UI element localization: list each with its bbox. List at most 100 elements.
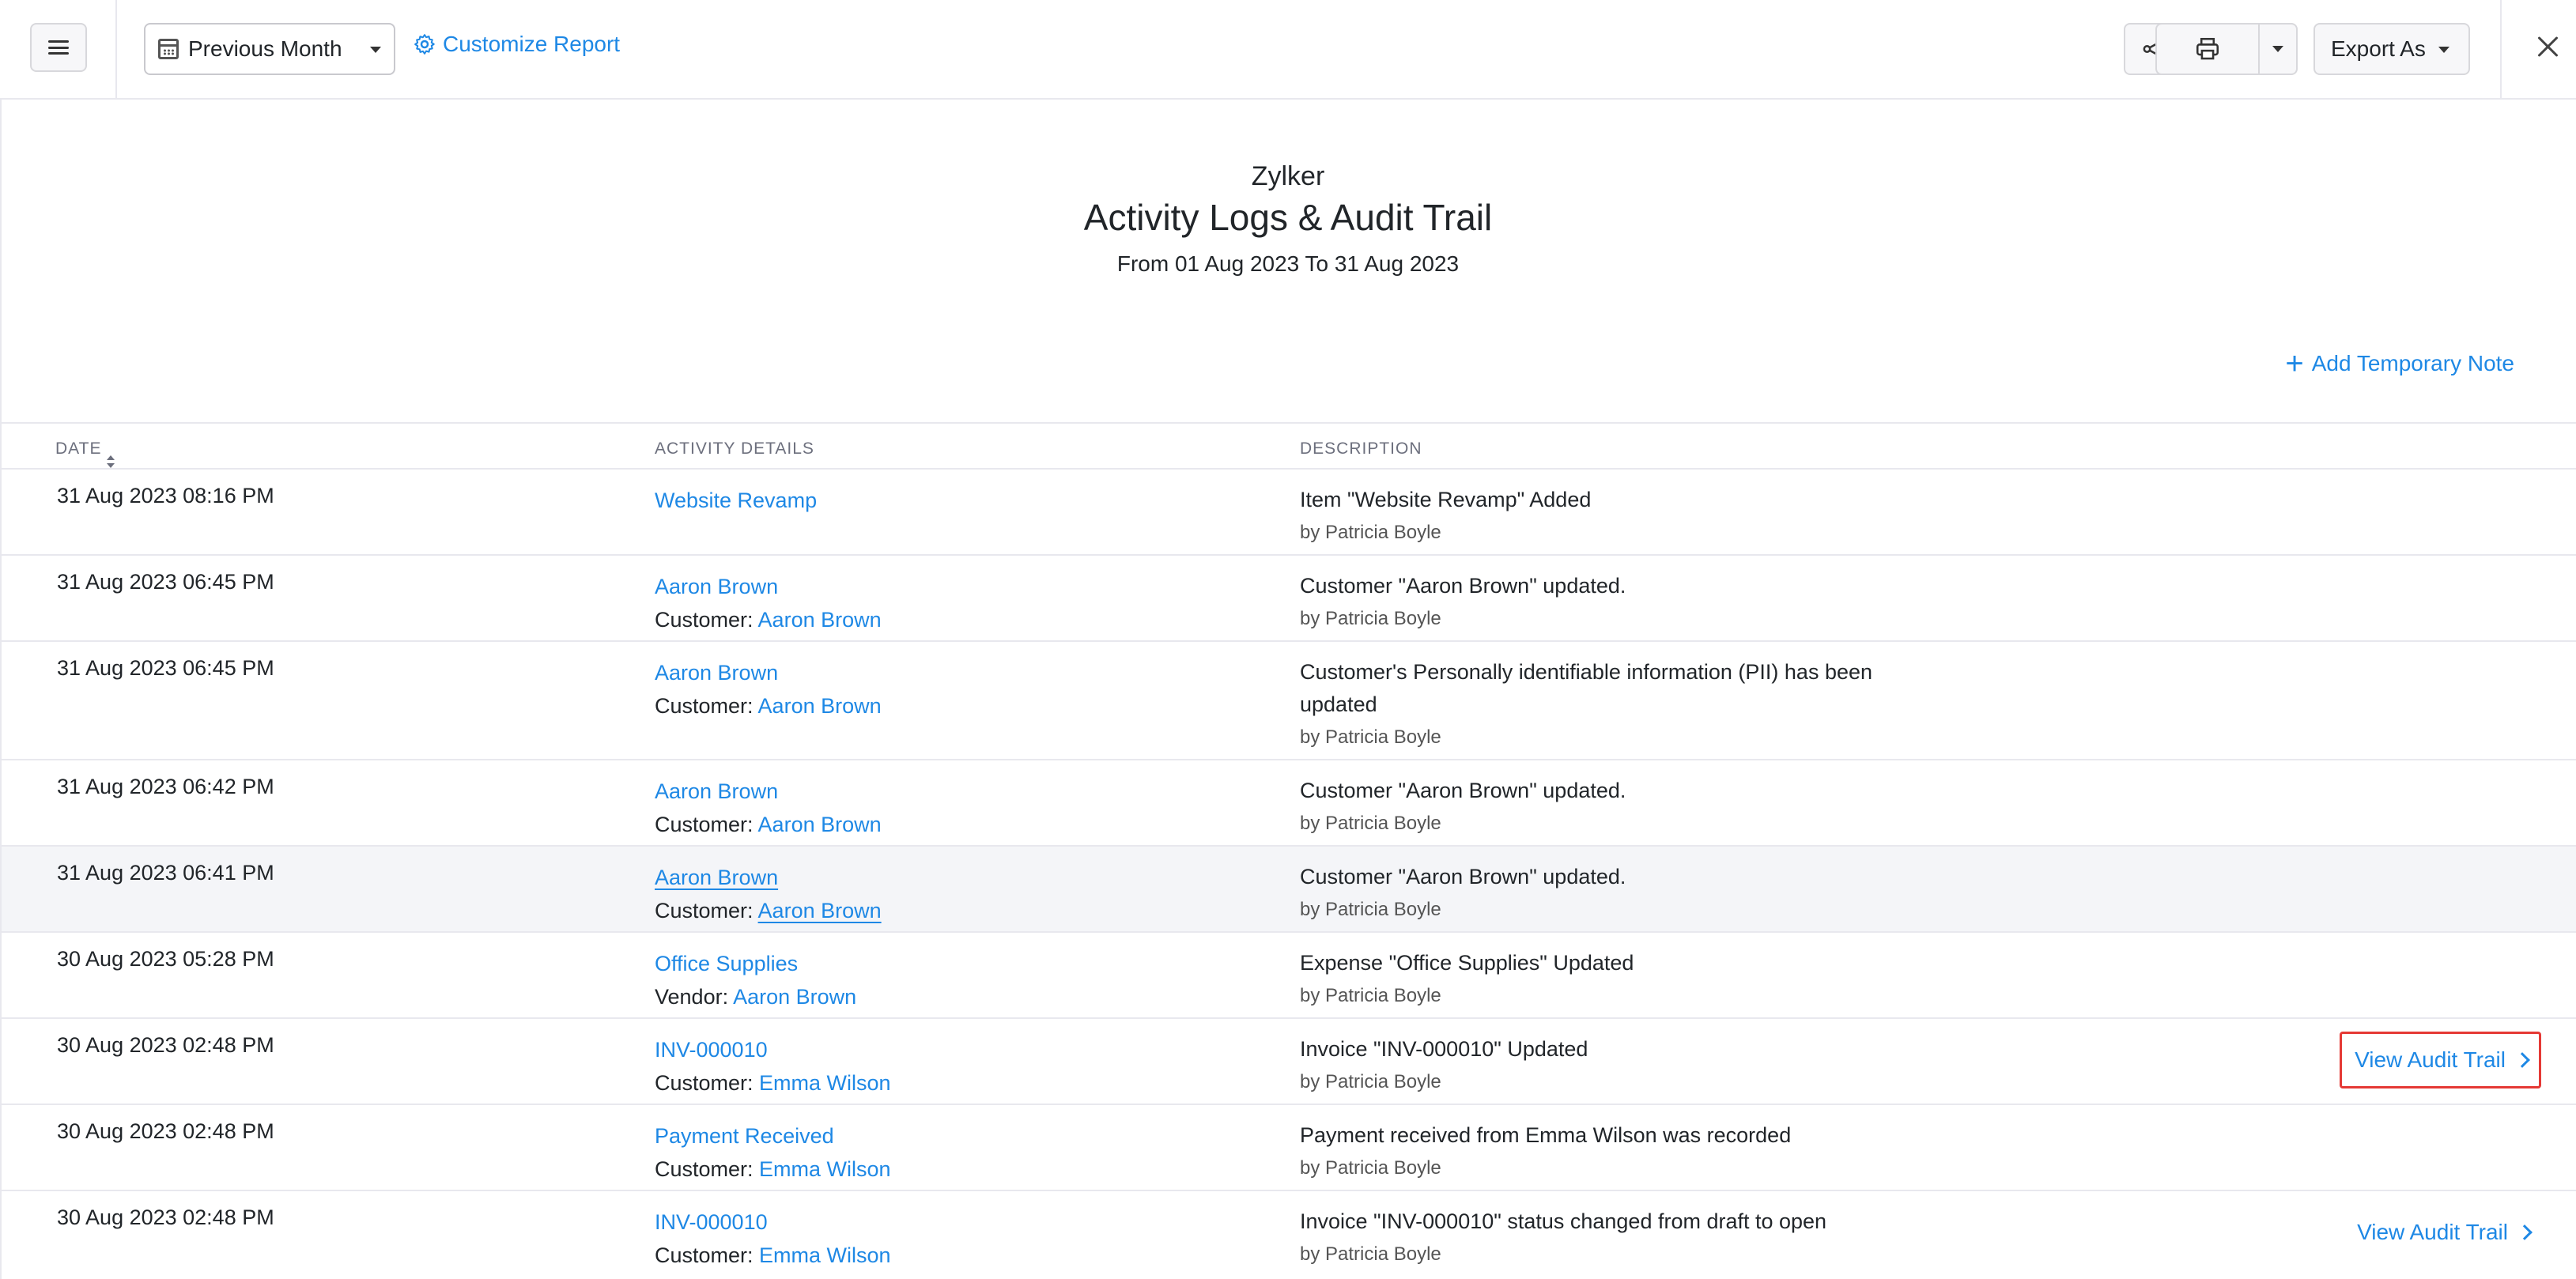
description-text: Customer "Aaron Brown" updated. [1300, 574, 1626, 598]
activity-sub-label: Customer: [655, 1243, 760, 1267]
row-description: Customer "Aaron Brown" updated. by Patri… [1300, 861, 1917, 926]
description-author: by Patricia Boyle [1300, 1071, 1441, 1092]
description-author: by Patricia Boyle [1300, 813, 1441, 834]
description-author: by Patricia Boyle [1300, 1243, 1441, 1265]
menu-icon [48, 40, 69, 55]
description-author: by Patricia Boyle [1300, 608, 1441, 629]
print-button-group [2155, 23, 2298, 75]
period-select[interactable]: Previous Month [144, 23, 395, 75]
table-row[interactable]: 31 Aug 2023 06:41 PM Aaron Brown Custome… [2, 847, 2576, 933]
activity-sub-label: Customer: [655, 813, 758, 836]
activity-sub-link[interactable]: Emma Wilson [759, 1157, 891, 1181]
table-row[interactable]: 31 Aug 2023 06:42 PM Aaron Brown Custome… [2, 760, 2576, 847]
activity-link[interactable]: Website Revamp [655, 484, 817, 517]
calendar-icon [158, 39, 179, 59]
view-audit-trail-link[interactable]: View Audit Trail [2340, 1032, 2541, 1088]
activity-sub-label: Customer: [655, 608, 758, 632]
export-as-button[interactable]: Export As [2313, 23, 2470, 75]
chevron-down-icon [370, 47, 381, 53]
customize-report-link[interactable]: Customize Report [413, 32, 620, 57]
table-row[interactable]: 31 Aug 2023 06:45 PM Aaron Brown Custome… [2, 642, 2576, 760]
activity-link[interactable]: INV-000010 [655, 1205, 891, 1239]
chevron-down-icon [2438, 47, 2449, 53]
description-text: Item "Website Revamp" Added [1300, 488, 1592, 511]
row-activity: Office Supplies Vendor: Aaron Brown [655, 947, 856, 1013]
row-activity: INV-000010 Customer: Emma Wilson [655, 1205, 891, 1272]
activity-log-table: DATE ACTIVITY DETAILS DESCRIPTION 31 Aug… [2, 422, 2576, 1277]
report-title: Activity Logs & Audit Trail [1083, 197, 1493, 238]
description-text: Customer "Aaron Brown" updated. [1300, 865, 1626, 889]
period-select-value: Previous Month [188, 36, 342, 61]
activity-sub-link[interactable]: Aaron Brown [733, 985, 856, 1009]
row-date: 31 Aug 2023 06:45 PM [57, 656, 274, 680]
description-author: by Patricia Boyle [1300, 522, 1441, 543]
activity-sub-label: Customer: [655, 899, 758, 922]
row-description: Customer "Aaron Brown" updated. by Patri… [1300, 775, 1917, 840]
row-activity: Website Revamp [655, 484, 817, 517]
toolbar-divider [115, 0, 117, 100]
row-date: 31 Aug 2023 06:41 PM [57, 861, 274, 885]
activity-link[interactable]: Office Supplies [655, 947, 856, 980]
activity-link[interactable]: Aaron Brown [655, 775, 882, 808]
view-audit-trail-link[interactable]: View Audit Trail [2344, 1204, 2541, 1261]
activity-link[interactable]: Aaron Brown [655, 570, 882, 603]
activity-sub-link[interactable]: Aaron Brown [758, 608, 882, 632]
activity-link[interactable]: INV-000010 [655, 1033, 891, 1066]
close-icon[interactable] [2536, 35, 2560, 58]
activity-link[interactable]: Aaron Brown [655, 861, 882, 894]
table-row[interactable]: 31 Aug 2023 06:45 PM Aaron Brown Custome… [2, 556, 2576, 642]
row-activity: Aaron Brown Customer: Aaron Brown [655, 570, 882, 636]
chevron-right-icon [2517, 1224, 2533, 1240]
row-description: Expense "Office Supplies" Updated by Pat… [1300, 947, 1917, 1013]
activity-sub-link[interactable]: Emma Wilson [759, 1071, 891, 1095]
row-date: 31 Aug 2023 06:42 PM [57, 775, 274, 798]
row-activity: Payment Received Customer: Emma Wilson [655, 1119, 891, 1186]
activity-link[interactable]: Payment Received [655, 1119, 891, 1153]
menu-button[interactable] [30, 23, 87, 72]
row-date: 31 Aug 2023 06:45 PM [57, 570, 274, 594]
description-text: Customer's Personally identifiable infor… [1300, 660, 1873, 716]
description-author: by Patricia Boyle [1300, 985, 1441, 1006]
table-row[interactable]: 30 Aug 2023 05:28 PM Office Supplies Ven… [2, 933, 2576, 1019]
sort-icon[interactable] [106, 455, 115, 468]
customize-report-label: Customize Report [443, 32, 621, 56]
row-activity: INV-000010 Customer: Emma Wilson [655, 1033, 891, 1100]
table-row[interactable]: 30 Aug 2023 02:48 PM INV-000010 Customer… [2, 1191, 2576, 1277]
gear-icon [414, 34, 435, 55]
description-text: Invoice "INV-000010" Updated [1300, 1037, 1588, 1061]
report-date-range: From 01 Aug 2023 To 31 Aug 2023 [1116, 251, 1460, 276]
activity-sub-link[interactable]: Aaron Brown [758, 813, 882, 836]
table-header: DATE ACTIVITY DETAILS DESCRIPTION [2, 422, 2576, 470]
activity-sub-link[interactable]: Emma Wilson [759, 1243, 891, 1267]
report-toolbar: Previous Month Customize Report Export A… [0, 0, 2576, 100]
row-activity: Aaron Brown Customer: Aaron Brown [655, 656, 882, 723]
add-temporary-note-label: Add Temporary Note [2311, 351, 2514, 375]
column-header-date[interactable]: DATE [55, 440, 115, 468]
activity-sub-link[interactable]: Aaron Brown [758, 694, 882, 718]
activity-sub-link[interactable]: Aaron Brown [758, 899, 882, 922]
row-date: 31 Aug 2023 08:16 PM [57, 484, 274, 507]
print-button[interactable] [2157, 25, 2260, 74]
export-as-label: Export As [2331, 36, 2426, 61]
row-description: Customer "Aaron Brown" updated. by Patri… [1300, 570, 1917, 636]
table-row[interactable]: 30 Aug 2023 02:48 PM Payment Received Cu… [2, 1105, 2576, 1191]
chevron-down-icon [2272, 46, 2283, 52]
plus-icon: + [2285, 346, 2304, 381]
description-text: Customer "Aaron Brown" updated. [1300, 779, 1626, 802]
activity-sub-label: Customer: [655, 694, 758, 718]
row-date: 30 Aug 2023 05:28 PM [57, 947, 274, 971]
table-row[interactable]: 30 Aug 2023 02:48 PM INV-000010 Customer… [2, 1019, 2576, 1105]
organization-name: Zylker [1251, 161, 1325, 191]
print-dropdown-button[interactable] [2260, 25, 2296, 74]
row-description: Customer's Personally identifiable infor… [1300, 656, 1917, 754]
description-text: Payment received from Emma Wilson was re… [1300, 1123, 1792, 1147]
description-author: by Patricia Boyle [1300, 726, 1441, 748]
description-text: Expense "Office Supplies" Updated [1300, 951, 1634, 975]
row-description: Payment received from Emma Wilson was re… [1300, 1119, 1917, 1185]
table-row[interactable]: 31 Aug 2023 08:16 PM Website Revamp Item… [2, 470, 2576, 556]
activity-sub-label: Vendor: [655, 985, 734, 1009]
row-date: 30 Aug 2023 02:48 PM [57, 1205, 274, 1229]
activity-link[interactable]: Aaron Brown [655, 656, 882, 689]
description-text: Invoice "INV-000010" status changed from… [1300, 1209, 1827, 1233]
add-temporary-note-link[interactable]: + Add Temporary Note [2285, 348, 2514, 379]
